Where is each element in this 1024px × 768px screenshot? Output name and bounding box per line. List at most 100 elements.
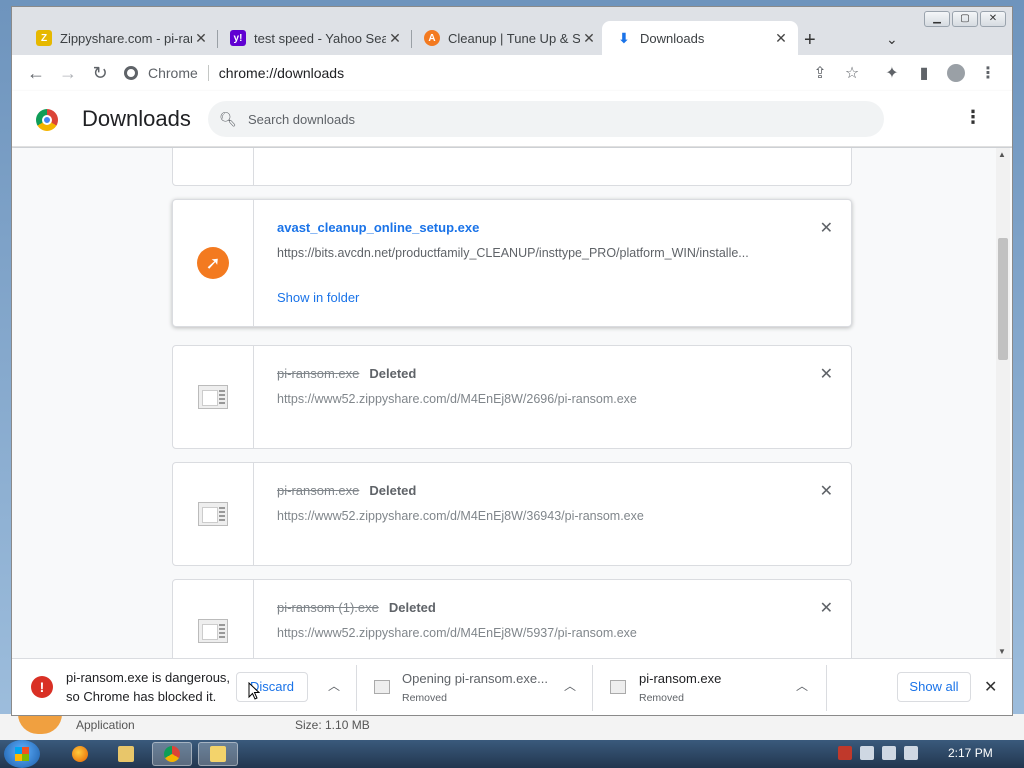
avast-icon: A (424, 30, 440, 46)
shelf-item-name[interactable]: Opening pi-ransom.exe... (402, 671, 548, 686)
scroll-up-icon[interactable]: ▲ (998, 150, 1006, 159)
shelf-item-name[interactable]: pi-ransom.exe (639, 671, 721, 686)
status-label: Deleted (388, 600, 436, 615)
chrome-page-icon (124, 66, 138, 80)
file-icon (374, 680, 390, 694)
chevron-up-icon[interactable]: ︿ (796, 677, 808, 694)
download-item: pi-ransom (1).exe Deleted https://www52.z… (172, 579, 852, 658)
chevron-up-icon[interactable]: ︿ (564, 677, 576, 694)
taskbar-chrome[interactable] (152, 742, 192, 766)
search-downloads-box[interactable]: 🔍︎ (208, 101, 884, 137)
yahoo-icon: y! (230, 30, 246, 46)
file-url[interactable]: https://bits.avcdn.net/productfamily_CLE… (277, 246, 787, 260)
message-icon (210, 746, 226, 762)
tab-title: Downloads (640, 30, 705, 46)
forward-button[interactable]: → (56, 61, 80, 85)
security-shield-icon[interactable] (838, 746, 852, 760)
discard-button[interactable]: Discard (236, 672, 308, 702)
chrome-window: ▁ ▢ ✕ Z Zippyshare.com - pi-ransom.exe ✕… (11, 6, 1013, 716)
tab-close-icon[interactable]: ✕ (772, 30, 790, 47)
downloads-menu-icon[interactable]: ⋮ (964, 107, 982, 128)
tab-title: Zippyshare.com - pi-ransom.exe (60, 30, 192, 46)
file-icon (198, 502, 228, 526)
danger-warning-text: pi-ransom.exe is dangerous, so Chrome ha… (66, 670, 231, 704)
zippyshare-icon: Z (36, 30, 52, 46)
file-url[interactable]: https://www52.zippyshare.com/d/M4EnEj8W/… (277, 392, 787, 406)
background-window-strip: Application Size: 1.10 MB (0, 714, 1024, 740)
site-chip: Chrome (148, 65, 198, 81)
taskbar-firefox[interactable] (60, 742, 100, 766)
danger-warning-icon: ! (31, 676, 53, 698)
share-icon[interactable]: ⇪ (808, 61, 832, 85)
extensions-puzzle-icon[interactable]: ✦ (880, 61, 904, 85)
tab-downloads[interactable]: ⬇ Downloads ✕ (602, 21, 798, 55)
taskbar-clock[interactable]: 2:17 PM (948, 746, 993, 760)
file-url[interactable]: https://www52.zippyshare.com/d/M4EnEj8W/… (277, 626, 787, 640)
shelf-item-status: Removed (639, 692, 684, 704)
taskbar-explorer[interactable] (106, 742, 146, 766)
download-icon: ⬇ (618, 29, 630, 46)
start-button[interactable] (4, 740, 40, 768)
background-app-label: Application (76, 718, 135, 732)
tab-cleanup[interactable]: A Cleanup | Tune Up & Speed Up ✕ (410, 21, 606, 55)
remove-item-icon[interactable]: ✕ (820, 598, 833, 618)
show-all-button[interactable]: Show all (897, 672, 971, 702)
back-button[interactable]: ← (24, 61, 48, 85)
page-title: Downloads (82, 106, 191, 131)
tab-search-chevron-icon[interactable]: ⌄ (886, 31, 898, 48)
avast-file-icon: ➚ (197, 247, 229, 279)
reload-button[interactable]: ↻ (88, 61, 112, 85)
remove-item-icon[interactable]: ✕ (820, 364, 833, 384)
download-item-partial (172, 148, 852, 186)
remove-item-icon[interactable]: ✕ (820, 218, 833, 238)
volume-icon[interactable] (904, 746, 918, 760)
profile-avatar-icon[interactable] (944, 61, 968, 85)
side-panel-icon[interactable]: ▮ (912, 61, 936, 85)
status-label: Deleted (369, 366, 417, 381)
downloads-header: Downloads 🔍︎ ⋮ (12, 91, 1012, 147)
scrollbar-thumb[interactable] (998, 238, 1008, 360)
tab-yahoo-search[interactable]: y! test speed - Yahoo Search Results ✕ (216, 21, 412, 55)
file-name: pi-ransom.exe (277, 483, 360, 498)
show-in-folder-link[interactable]: Show in folder (277, 290, 359, 305)
flag-icon[interactable] (860, 746, 874, 760)
file-name: pi-ransom (1).exe (277, 600, 379, 615)
download-item: pi-ransom.exe Deleted https://www52.zippy… (172, 345, 852, 449)
chevron-up-icon[interactable]: ︿ (328, 677, 340, 694)
file-icon (198, 385, 228, 409)
file-name-link[interactable]: avast_cleanup_online_setup.exe (277, 220, 479, 235)
tab-close-icon[interactable]: ✕ (386, 30, 404, 47)
bookmark-star-icon[interactable]: ☆ (840, 61, 864, 85)
downloads-list: ➚ avast_cleanup_online_setup.exe https:/… (12, 148, 1012, 658)
chrome-logo-icon (36, 109, 58, 131)
new-tab-button[interactable]: + (804, 29, 816, 52)
shelf-item-status: Removed (402, 692, 447, 704)
mouse-cursor-icon (248, 682, 260, 700)
scroll-down-icon[interactable]: ▼ (998, 647, 1006, 656)
download-item: ➚ avast_cleanup_online_setup.exe https:/… (172, 199, 852, 327)
folder-icon (118, 746, 134, 762)
tab-close-icon[interactable]: ✕ (192, 30, 210, 47)
tab-zippyshare[interactable]: Z Zippyshare.com - pi-ransom.exe ✕ (22, 21, 218, 55)
close-shelf-icon[interactable]: ✕ (984, 677, 997, 697)
search-input[interactable] (248, 111, 848, 127)
file-name: pi-ransom.exe (277, 366, 360, 381)
download-shelf: ! pi-ransom.exe is dangerous, so Chrome … (12, 658, 1012, 715)
remove-item-icon[interactable]: ✕ (820, 481, 833, 501)
download-item: pi-ransom.exe Deleted https://www52.zippy… (172, 462, 852, 566)
tab-title: test speed - Yahoo Search Results (254, 30, 386, 46)
menu-kebab-icon[interactable]: ⋮ (976, 61, 1000, 85)
network-icon[interactable] (882, 746, 896, 760)
windows-taskbar: 2:17 PM (0, 740, 1024, 768)
search-icon: 🔍︎ (219, 110, 237, 127)
background-app-logo (18, 714, 62, 734)
status-label: Deleted (369, 483, 417, 498)
tab-strip: Z Zippyshare.com - pi-ransom.exe ✕ y! te… (12, 17, 1012, 55)
address-bar[interactable]: Chrome chrome://downloads (124, 58, 864, 88)
page-scrollbar[interactable]: ▲ ▼ (996, 148, 1010, 658)
chrome-icon (164, 746, 180, 762)
tab-close-icon[interactable]: ✕ (580, 30, 598, 47)
taskbar-messaging[interactable] (198, 742, 238, 766)
file-url[interactable]: https://www52.zippyshare.com/d/M4EnEj8W/… (277, 509, 787, 523)
browser-toolbar: ← → ↻ Chrome chrome://downloads ⇪ ☆ ✦ ▮ … (12, 55, 1012, 91)
